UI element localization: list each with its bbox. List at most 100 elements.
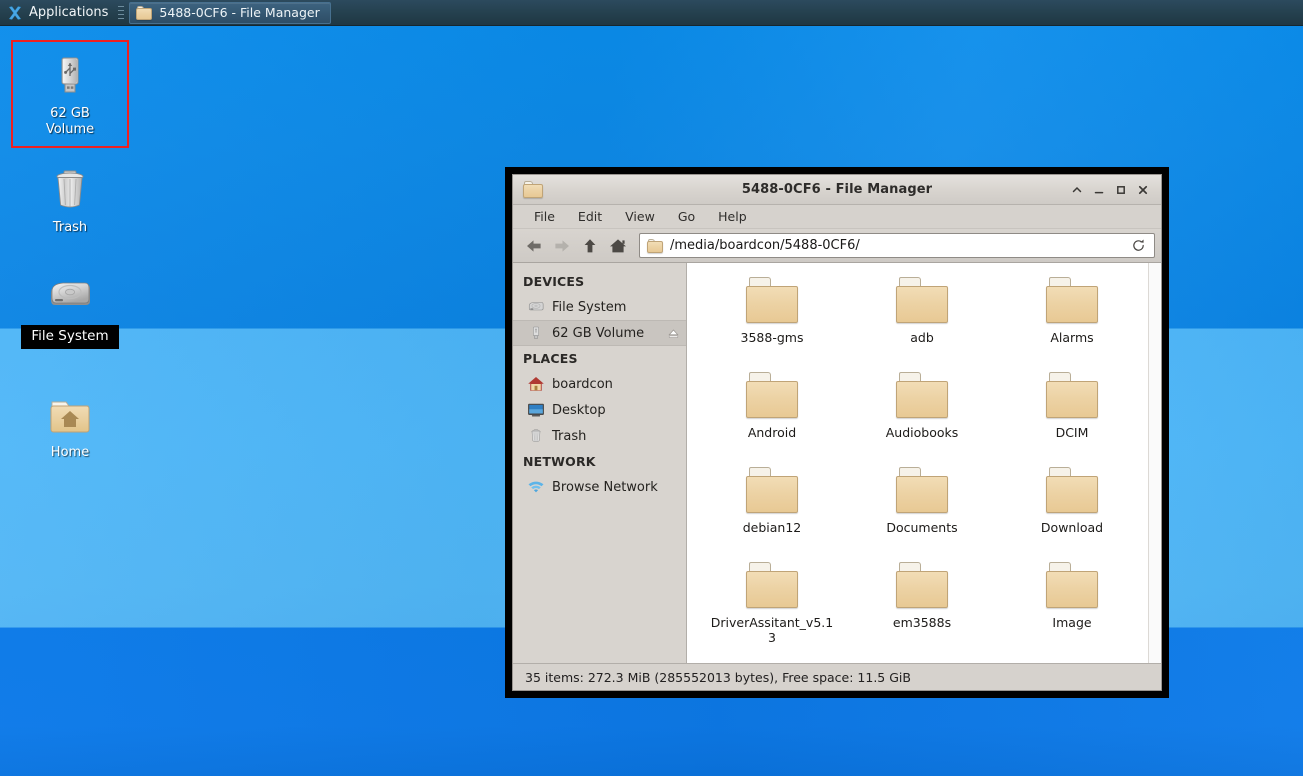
close-window-button[interactable] — [1133, 180, 1152, 199]
eject-icon[interactable] — [666, 327, 680, 340]
sidebar-section-devices: DEVICES — [523, 274, 585, 289]
statusbar: 35 items: 272.3 MiB (285552013 bytes), F… — [513, 663, 1161, 690]
sidebar-item-62-gb-volume[interactable]: 62 GB Volume — [513, 320, 686, 346]
panel-handle[interactable] — [118, 4, 125, 22]
file-item-adb[interactable]: adb — [847, 275, 997, 370]
file-item-label: 3588-gms — [740, 330, 804, 345]
file-item-label: debian12 — [742, 520, 802, 535]
location-bar[interactable]: /media/boardcon/5488-0CF6/ — [639, 233, 1155, 258]
xfce-x-logo-icon — [7, 5, 23, 21]
file-item-label: DriverAssitant_v5.13 — [710, 615, 834, 645]
sidebar-item-label: boardcon — [552, 376, 613, 392]
folder-icon — [896, 277, 948, 323]
taskbar-window-button-file-manager[interactable]: 5488-0CF6 - File Manager — [129, 1, 331, 24]
file-item-label: Documents — [886, 520, 958, 535]
file-item-label: DCIM — [1055, 425, 1089, 440]
desktop-icon-trash[interactable]: Trash — [11, 166, 129, 236]
folder-icon — [1046, 372, 1098, 418]
trash-can-icon — [46, 166, 94, 214]
desktop-icon-usb-volume[interactable]: 62 GB Volume — [11, 40, 129, 148]
sidebar-section-network: NETWORK — [523, 454, 596, 469]
window-body: DEVICES File System 62 GB Volume PLACES … — [513, 263, 1161, 663]
window-controls — [1067, 180, 1161, 199]
sidebar-item-label: Desktop — [552, 402, 606, 418]
home-icon — [527, 375, 545, 393]
file-item-label: adb — [910, 330, 934, 345]
vertical-scrollbar[interactable] — [1148, 263, 1161, 663]
file-item-label: Download — [1040, 520, 1104, 535]
network-wifi-icon — [527, 478, 545, 496]
folder-icon — [647, 238, 663, 253]
folder-icon — [896, 467, 948, 513]
file-list-area[interactable]: 3588-gms adb Alarms Android Audiobooks D… — [687, 263, 1161, 663]
file-item-alarms[interactable]: Alarms — [997, 275, 1147, 370]
sidebar-item-label: File System — [552, 299, 627, 315]
desktop-icon-label: Home — [50, 445, 90, 460]
file-item-label: Android — [747, 425, 797, 440]
folder-icon — [1046, 467, 1098, 513]
menu-go[interactable]: Go — [669, 206, 704, 227]
sidebar-item-label: 62 GB Volume — [552, 325, 645, 341]
home-folder-icon — [46, 391, 94, 439]
desktop-icon-label: File System — [21, 325, 119, 349]
maximize-window-button[interactable] — [1111, 180, 1130, 199]
minimize-window-button[interactable] — [1089, 180, 1108, 199]
hard-disk-icon — [46, 271, 94, 319]
folder-icon — [746, 372, 798, 418]
trash-can-icon — [527, 427, 545, 445]
desktop-icon-label: 62 GB Volume — [45, 106, 95, 137]
file-item-download[interactable]: Download — [997, 465, 1147, 560]
sidebar-item-browse-network[interactable]: Browse Network — [513, 474, 686, 500]
sidebar-item-boardcon[interactable]: boardcon — [513, 371, 686, 397]
menubar: File Edit View Go Help — [513, 205, 1161, 229]
sidebar-item-desktop[interactable]: Desktop — [513, 397, 686, 423]
file-item-dcim[interactable]: DCIM — [997, 370, 1147, 465]
file-item-image[interactable]: Image — [997, 560, 1147, 655]
folder-icon — [136, 5, 153, 20]
usb-drive-icon — [527, 324, 545, 342]
forward-button[interactable] — [549, 233, 575, 259]
folder-icon — [896, 562, 948, 608]
sidebar: DEVICES File System 62 GB Volume PLACES … — [513, 263, 687, 663]
file-item-audiobooks[interactable]: Audiobooks — [847, 370, 997, 465]
desktop-icon-file-system[interactable]: File System — [11, 271, 129, 349]
window-titlebar[interactable]: 5488-0CF6 - File Manager — [513, 175, 1161, 205]
applications-label: Applications — [29, 4, 109, 20]
menu-file[interactable]: File — [525, 206, 564, 227]
sidebar-item-file-system[interactable]: File System — [513, 294, 686, 320]
file-icon-grid: 3588-gms adb Alarms Android Audiobooks D… — [687, 263, 1161, 663]
folder-icon — [1046, 562, 1098, 608]
file-item-label: Alarms — [1050, 330, 1094, 345]
applications-menu-button[interactable]: Applications — [0, 0, 114, 26]
folder-icon — [896, 372, 948, 418]
file-item-label: Audiobooks — [885, 425, 959, 440]
file-item-em3588s[interactable]: em3588s — [847, 560, 997, 655]
menu-edit[interactable]: Edit — [569, 206, 611, 227]
file-item-android[interactable]: Android — [697, 370, 847, 465]
folder-icon — [746, 277, 798, 323]
file-item-debian12[interactable]: debian12 — [697, 465, 847, 560]
back-button[interactable] — [521, 233, 547, 259]
file-item-label: em3588s — [892, 615, 952, 630]
location-path-text[interactable]: /media/boardcon/5488-0CF6/ — [670, 238, 1117, 253]
file-item-documents[interactable]: Documents — [847, 465, 997, 560]
menu-help[interactable]: Help — [709, 206, 756, 227]
sidebar-item-label: Browse Network — [552, 479, 658, 495]
menu-view[interactable]: View — [616, 206, 664, 227]
desktop-icon-label: Trash — [52, 220, 88, 235]
file-item-driverassitant[interactable]: DriverAssitant_v5.13 — [697, 560, 847, 655]
window-title: 5488-0CF6 - File Manager — [741, 182, 933, 197]
up-button[interactable] — [577, 233, 603, 259]
file-item-3588-gms[interactable]: 3588-gms — [697, 275, 847, 370]
hard-disk-icon — [527, 298, 545, 316]
desktop-icon-home[interactable]: Home — [11, 391, 129, 461]
folder-icon — [523, 181, 543, 198]
file-manager-window[interactable]: 5488-0CF6 - File Manager File Edit View … — [505, 167, 1169, 698]
taskbar: Applications 5488-0CF6 - File Manager — [0, 0, 1303, 26]
sidebar-item-trash[interactable]: Trash — [513, 423, 686, 449]
reload-icon[interactable] — [1124, 234, 1152, 257]
shade-window-button[interactable] — [1067, 180, 1086, 199]
toolbar: /media/boardcon/5488-0CF6/ — [513, 229, 1161, 263]
usb-drive-icon — [46, 52, 94, 100]
home-button[interactable] — [605, 233, 631, 259]
